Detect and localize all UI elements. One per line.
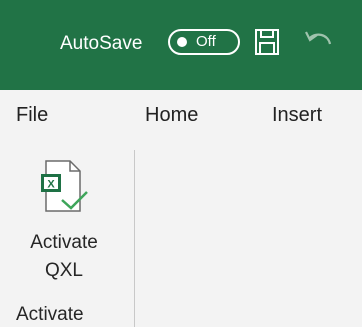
tab-home[interactable]: Home bbox=[145, 103, 198, 127]
excel-check-icon: X bbox=[41, 160, 88, 212]
title-bar: AutoSave Off bbox=[0, 0, 362, 90]
undo-icon[interactable] bbox=[302, 28, 332, 56]
tab-file[interactable]: File bbox=[16, 103, 48, 127]
autosave-label: AutoSave bbox=[60, 33, 143, 54]
autosave-state: Off bbox=[196, 33, 216, 50]
svg-text:X: X bbox=[47, 179, 55, 191]
ribbon-group-label: Activate bbox=[16, 304, 84, 325]
save-icon[interactable] bbox=[254, 28, 280, 56]
activate-qxl-label-line1: Activate bbox=[30, 232, 98, 253]
activate-qxl-button[interactable]: X Activate QXL bbox=[14, 158, 124, 288]
group-divider bbox=[134, 150, 135, 327]
autosave-toggle[interactable]: Off bbox=[168, 29, 240, 55]
tab-insert[interactable]: Insert bbox=[272, 103, 322, 127]
activate-qxl-label-line2: QXL bbox=[44, 260, 84, 281]
toggle-knob bbox=[177, 37, 187, 47]
